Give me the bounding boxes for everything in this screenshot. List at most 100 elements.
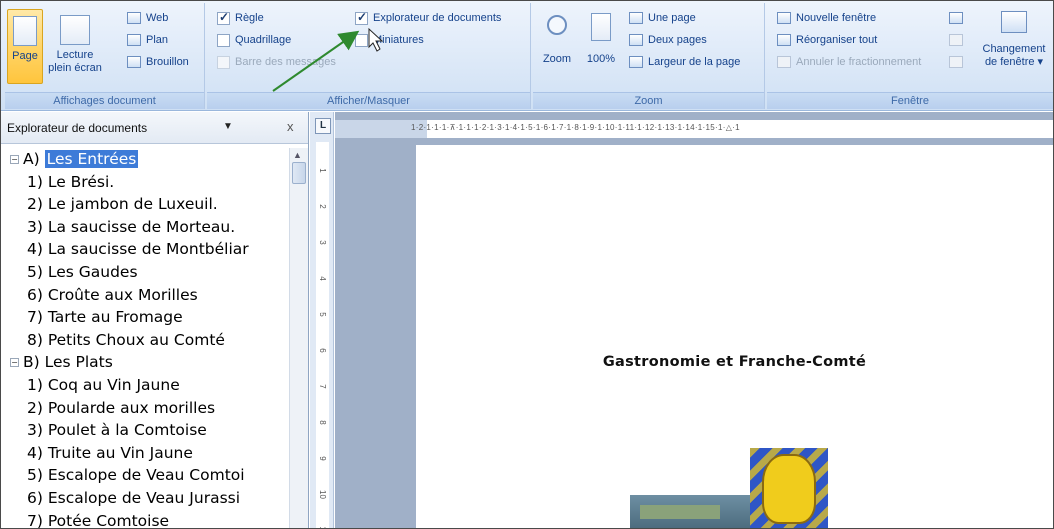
- reading-label-1: Lecture: [56, 49, 94, 61]
- tree-item[interactable]: 6) Croûte aux Morilles: [27, 284, 198, 306]
- draft-icon: [127, 56, 141, 68]
- close-icon[interactable]: x: [287, 119, 294, 134]
- tree-item[interactable]: 2) Poularde aux morilles: [27, 397, 215, 419]
- tree-heading[interactable]: − B) Les Plats: [10, 351, 113, 373]
- tree-heading[interactable]: − A) Les Entrées: [10, 148, 139, 170]
- document-map-header: Explorateur de documents ▼ x: [1, 112, 308, 144]
- tree-heading-prefix: B): [23, 353, 45, 372]
- thumbnails-checkbox[interactable]: Miniatures: [355, 31, 424, 49]
- vertical-ruler-tick: 7: [318, 384, 327, 389]
- remove-split-button[interactable]: Annuler le fractionnement: [777, 53, 921, 71]
- page-width-button[interactable]: Largeur de la page: [629, 53, 740, 71]
- document-map-pane: Explorateur de documents ▼ x − A) Les Ent…: [1, 112, 309, 529]
- tree-item-label: 7) Potée Comtoise: [27, 511, 170, 529]
- document-area: 1·2·1·1·1·⊼·1·1·1·2·1·3·1·4·1·5·1·6·1·7·…: [335, 112, 1053, 528]
- tree-item-label: 5) Les Gaudes: [27, 263, 138, 281]
- synchronous-scrolling-button[interactable]: [949, 31, 963, 49]
- tree-item-label: 7) Tarte au Fromage: [27, 308, 183, 327]
- group-document-views: Page Lecture plein écran Web Plan Brouil…: [5, 3, 205, 109]
- thumbnails-check-icon: [355, 33, 368, 47]
- tree-item-label: 2) Poularde aux morilles: [27, 398, 216, 417]
- remove-split-icon: [777, 56, 791, 68]
- page-layout-button[interactable]: Page: [7, 9, 43, 84]
- document-map-tree: − A) Les Entrées 1) Le Brési. 2) Le jambon …: [1, 148, 289, 529]
- zoom-label: Zoom: [542, 53, 572, 65]
- zoom-100-icon: [591, 13, 611, 41]
- tree-item[interactable]: 4) La saucisse de Montbéliar: [27, 238, 249, 260]
- arrange-all-label: Réorganiser tout: [796, 34, 878, 46]
- collapse-toggle-icon[interactable]: −: [10, 155, 19, 164]
- gridlines-check-icon: [217, 33, 230, 47]
- tree-item-label: 6) Escalope de Veau Jurassi: [27, 489, 241, 507]
- arrange-all-icon: [777, 34, 791, 46]
- outline-button[interactable]: Plan: [127, 31, 168, 49]
- tree-item-label: 8) Petits Choux au Comté: [27, 330, 225, 349]
- tree-item[interactable]: 7) Potée Comtoise: [27, 510, 170, 529]
- tree-item[interactable]: 3) La saucisse de Morteau.: [27, 216, 235, 238]
- horizontal-ruler-ticks: 1·2·1·1·1·⊼·1·1·1·2·1·3·1·4·1·5·1·6·1·7·…: [411, 123, 740, 132]
- scroll-up-arrow-icon[interactable]: ▲: [293, 150, 302, 160]
- tree-item-label: 2) Le jambon de Luxeuil.: [27, 195, 218, 214]
- tree-item[interactable]: 4) Truite au Vin Jaune: [27, 442, 193, 464]
- reset-window-position-button[interactable]: [949, 53, 963, 71]
- two-pages-label: Deux pages: [648, 34, 707, 46]
- vertical-ruler-tick: 5: [318, 312, 327, 317]
- horizontal-ruler[interactable]: 1·2·1·1·1·⊼·1·1·1·2·1·3·1·4·1·5·1·6·1·7·…: [335, 120, 1053, 138]
- document-page[interactable]: Gastronomie et Franche-Comté: [416, 145, 1053, 528]
- two-pages-icon: [629, 34, 643, 46]
- tree-heading-text: A) Les Entrées: [23, 150, 139, 168]
- tree-item[interactable]: 8) Petits Choux au Comté: [27, 329, 225, 351]
- message-bar-checkbox[interactable]: Barre des messages: [217, 53, 336, 71]
- vertical-ruler-track: 1 2 3 4 5 6 7 8 9 10 11: [316, 142, 329, 528]
- scroll-thumb[interactable]: [292, 162, 306, 184]
- tree-item[interactable]: 3) Poulet à la Comtoise: [27, 419, 207, 441]
- tree-item[interactable]: 5) Escalope de Veau Comtoi: [27, 464, 245, 486]
- vertical-ruler: L 1 2 3 4 5 6 7 8 9 10 11: [310, 112, 334, 528]
- switch-windows-button[interactable]: Changement de fenêtre ▾: [977, 9, 1051, 87]
- group-label-zoom: Zoom: [533, 92, 764, 109]
- gridlines-label: Quadrillage: [235, 34, 292, 46]
- tree-item[interactable]: 5) Les Gaudes: [27, 261, 138, 283]
- draft-button[interactable]: Brouillon: [127, 53, 189, 71]
- tree-item[interactable]: 2) Le jambon de Luxeuil.: [27, 193, 218, 215]
- new-window-button[interactable]: Nouvelle fenêtre: [777, 9, 876, 27]
- view-side-by-side-button[interactable]: [949, 9, 963, 27]
- tree-item-label: 1) Coq au Vin Jaune: [27, 376, 180, 394]
- tree-item[interactable]: 1) Le Brési.: [27, 171, 114, 193]
- ruler-label: Règle: [235, 12, 264, 24]
- tree-item[interactable]: 1) Coq au Vin Jaune: [27, 374, 180, 396]
- ruler-checkbox[interactable]: Règle: [217, 9, 264, 27]
- reset-position-icon: [949, 56, 963, 68]
- document-map-title: Explorateur de documents: [7, 121, 148, 135]
- chevron-down-icon[interactable]: ▼: [223, 121, 233, 132]
- reading-icon: [60, 15, 90, 45]
- tree-item-label: 1) Le Brési.: [27, 172, 115, 191]
- zoom-100-button[interactable]: 100%: [581, 11, 621, 81]
- zoom-button[interactable]: Zoom: [537, 11, 577, 81]
- document-map-check-icon: [355, 10, 368, 25]
- tab-selector-button[interactable]: L: [315, 118, 331, 134]
- zoom-100-label: 100%: [586, 53, 616, 65]
- tree-item[interactable]: 6) Escalope de Veau Jurassi: [27, 487, 240, 509]
- document-map-scrollbar[interactable]: ▲: [289, 148, 308, 528]
- full-screen-reading-button[interactable]: Lecture plein écran: [47, 9, 103, 84]
- outline-icon: [127, 34, 141, 46]
- page-layout-icon: [13, 16, 37, 46]
- arrange-all-button[interactable]: Réorganiser tout: [777, 31, 877, 49]
- gridlines-checkbox[interactable]: Quadrillage: [217, 31, 291, 49]
- lion-icon: [762, 454, 816, 524]
- group-window: Nouvelle fenêtre Réorganiser tout Annule…: [767, 3, 1053, 109]
- document-map-label: Explorateur de documents: [373, 12, 502, 24]
- collapse-toggle-icon[interactable]: −: [10, 358, 19, 368]
- one-page-icon: [629, 12, 643, 24]
- two-pages-button[interactable]: Deux pages: [629, 31, 707, 49]
- magnifier-icon: [547, 15, 567, 35]
- one-page-button[interactable]: Une page: [629, 9, 696, 27]
- web-layout-button[interactable]: Web: [127, 9, 168, 27]
- vertical-ruler-tick: 8: [318, 420, 327, 425]
- side-by-side-icon: [949, 12, 963, 24]
- tree-item[interactable]: 7) Tarte au Fromage: [27, 306, 183, 328]
- coat-of-arms-image: [750, 448, 828, 528]
- draft-label: Brouillon: [146, 56, 189, 68]
- document-map-checkbox[interactable]: Explorateur de documents: [355, 9, 501, 27]
